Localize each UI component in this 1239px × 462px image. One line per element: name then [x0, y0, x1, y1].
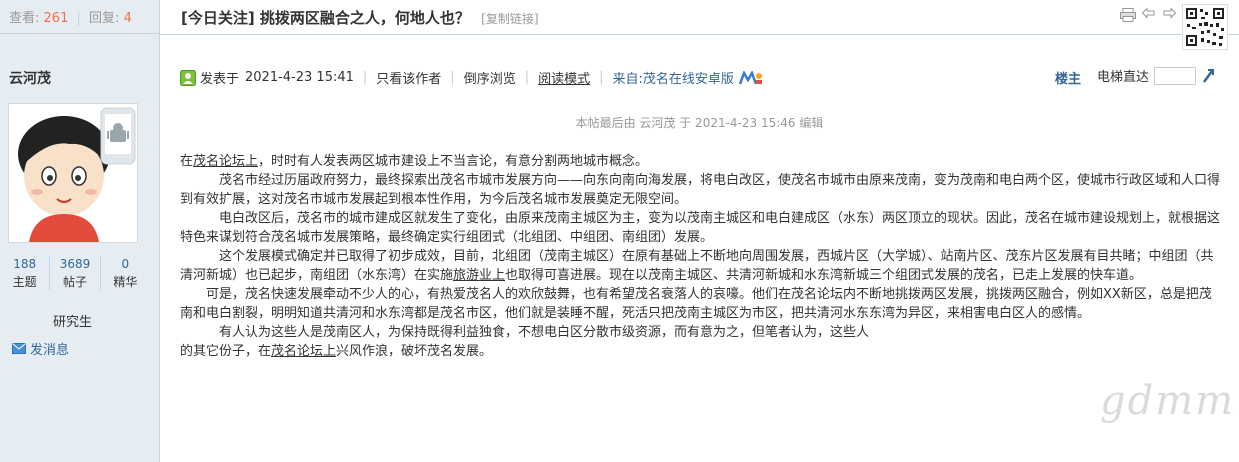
stat-threads[interactable]: 188 主题: [0, 257, 51, 290]
send-message-label: 发消息: [30, 343, 70, 358]
post-content: 在茂名论坛上，时时有人发表两区城市建设上不当言论，有意分割两地城市概念。 茂名市…: [180, 152, 1220, 361]
paragraph: 有人认为这些人是茂南区人，为保持既得利益独食，不想电白区分散市级资源，而有意为之…: [180, 323, 1220, 361]
author-sidebar: 查看: 261 | 回复: 4 云河茂 188 主题 3689 帖子 0 精华 …: [0, 0, 160, 462]
stat-posts[interactable]: 3689 帖子: [50, 257, 101, 290]
copy-link-button[interactable]: [复制链接]: [481, 12, 538, 26]
thread-stats: 查看: 261 | 回复: 4: [0, 0, 159, 34]
thread-title: [今日关注] 挑拨两区融合之人，何地人也？ [复制链接]: [181, 7, 539, 28]
text: 在: [180, 154, 194, 169]
next-thread-icon[interactable]: [1162, 8, 1176, 22]
title-toolbar: [1120, 8, 1176, 22]
text: 的其它份子，在: [180, 344, 272, 359]
jump-arrow-icon[interactable]: [1201, 68, 1215, 84]
user-rank: 研究生: [53, 315, 93, 330]
avatar[interactable]: [8, 103, 138, 243]
app-logo-icon: [738, 70, 762, 84]
stat-digest[interactable]: 0 精华: [101, 257, 150, 290]
thread-title-text: [今日关注] 挑拨两区融合之人，何地人也？: [181, 9, 470, 27]
envelope-icon: [12, 343, 26, 354]
meta-divider: |: [362, 70, 368, 85]
text: ，时时有人发表两区城市建设上不当言论，有意分割两地城市概念。: [258, 154, 649, 169]
stat-label: 帖子: [62, 275, 87, 289]
paragraph: 可是，茂名快速发展牵动不少人的心，有热爱茂名人的欢欣鼓舞，也有希望茂名衰落人的哀…: [180, 287, 1212, 321]
text: 也取得可喜进展。现在以茂南主城区、共清河新城和水东湾新城三个组团式发展的茂名，已…: [505, 268, 1143, 283]
meta-divider: |: [450, 70, 455, 85]
views-label: 查看:: [9, 11, 40, 26]
stats-divider: |: [76, 11, 81, 26]
stat-value: 188: [13, 257, 37, 271]
text: 兴风作浪，破坏茂名发展。: [336, 344, 493, 359]
previous-thread-icon[interactable]: [1142, 8, 1156, 22]
paragraph: 茂名市经过历届政府努力，最终探索出茂名市城市发展方向——向东向南向海发展，将电白…: [180, 173, 1221, 207]
text: 有人认为这些人是茂南区人，为保持既得利益独食，不想电白区分散市级资源，而有意为之…: [180, 325, 870, 340]
tourism-link[interactable]: 旅游业上: [453, 268, 505, 283]
replies-label: 回复:: [89, 11, 120, 26]
posted-time: 2021-4-23 15:41: [245, 70, 354, 85]
online-status-icon: [180, 69, 196, 86]
floor-label[interactable]: 楼主: [1055, 68, 1081, 87]
views-count: 261: [43, 11, 69, 26]
read-mode-link[interactable]: 阅读模式: [538, 68, 590, 87]
print-icon[interactable]: [1120, 8, 1136, 22]
site-watermark: gdmm.com: [1100, 378, 1239, 424]
meta-divider: |: [599, 70, 604, 85]
post-meta: 发表于 2021-4-23 15:41 | 只看该作者 | 倒序浏览 | 阅读模…: [180, 68, 763, 87]
author-name[interactable]: 云河茂: [9, 68, 51, 88]
floor-jump-input[interactable]: [1154, 66, 1197, 85]
paragraph: 这个发展模式确定并已取得了初步成效，目前，北组团（茂南主城区）在原有基础上不断地…: [180, 247, 1220, 285]
source-app-link[interactable]: 来自:茂名在线安卓版: [613, 68, 734, 87]
stat-value: 3689: [59, 257, 91, 271]
paragraph: 电白改区后，茂名市的城市建成区就发生了变化，由原来茂南主城区为主，变为以茂南主城…: [180, 211, 1221, 245]
replies-count: 4: [123, 11, 132, 26]
author-only-link[interactable]: 只看该作者: [376, 68, 441, 87]
stat-value: 0: [121, 257, 130, 271]
thread-title-bar: [今日关注] 挑拨两区融合之人，何地人也？ [复制链接]: [160, 0, 1239, 50]
stat-label: 主题: [12, 275, 37, 289]
edit-note: 本帖最后由 云河茂 于 2021-4-23 15:46 编辑: [575, 116, 824, 130]
meta-divider: |: [524, 70, 530, 85]
paragraph: 在茂名论坛上，时时有人发表两区城市建设上不当言论，有意分割两地城市概念。: [180, 152, 1220, 171]
post-main: [今日关注] 挑拨两区融合之人，何地人也？ [复制链接] 发表于 2021-4-…: [160, 0, 1239, 462]
forum-link[interactable]: 茂名论坛上: [193, 154, 258, 169]
author-stats: 188 主题 3689 帖子 0 精华: [0, 257, 150, 290]
qr-code[interactable]: [1182, 4, 1228, 50]
forum-link[interactable]: 茂名论坛上: [271, 344, 336, 359]
floor-jump-label: 电梯直达: [1097, 70, 1150, 85]
send-message-link[interactable]: 发消息: [12, 339, 69, 358]
posted-label: 发表于: [200, 72, 240, 87]
stat-label: 精华: [113, 275, 138, 289]
floor-jump: 电梯直达: [1097, 66, 1215, 85]
reverse-order-link[interactable]: 倒序浏览: [464, 68, 516, 87]
